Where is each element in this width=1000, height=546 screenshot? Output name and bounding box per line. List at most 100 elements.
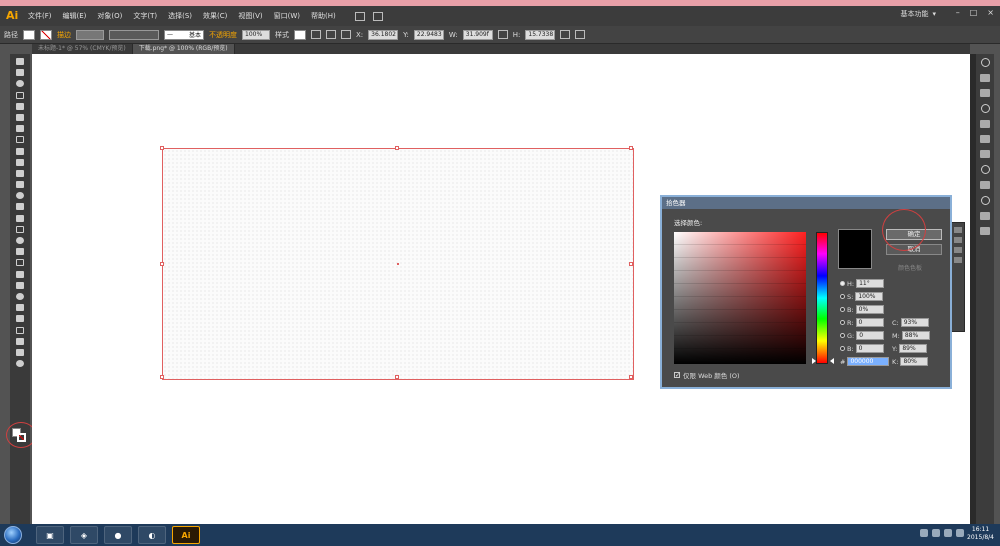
blend-tool-icon[interactable] bbox=[16, 292, 24, 300]
b-field[interactable]: 0% bbox=[855, 305, 884, 314]
layers-icon[interactable] bbox=[980, 212, 990, 220]
workspace-switcher[interactable]: 基本功能 ▾ bbox=[900, 9, 936, 19]
s-radio[interactable] bbox=[840, 294, 845, 299]
web-only-option[interactable]: ✓ 仅限 Web 颜色 (O) bbox=[674, 370, 740, 380]
width-tool-icon[interactable] bbox=[16, 214, 24, 222]
link-icon[interactable] bbox=[497, 30, 508, 39]
volume-icon[interactable] bbox=[956, 529, 964, 537]
fill-swatch[interactable] bbox=[23, 29, 35, 40]
artboard-tool-icon[interactable] bbox=[16, 326, 24, 334]
menu-window[interactable]: 窗口(W) bbox=[274, 11, 300, 21]
stroke-panel-icon[interactable] bbox=[980, 135, 990, 143]
minimize-button[interactable]: – bbox=[956, 8, 960, 17]
handle-top-right[interactable] bbox=[629, 146, 633, 150]
magic-wand-tool-icon[interactable] bbox=[16, 80, 24, 88]
taskbar-chat-icon[interactable]: ◐ bbox=[138, 526, 166, 544]
handle-bottom-right[interactable] bbox=[629, 375, 633, 379]
isolate-icon[interactable] bbox=[560, 30, 571, 39]
symbol-sprayer-tool-icon[interactable] bbox=[16, 304, 24, 312]
bridge-icon[interactable] bbox=[354, 11, 365, 21]
hand-tool-icon[interactable] bbox=[16, 348, 24, 356]
tray-icon[interactable] bbox=[920, 529, 928, 537]
rotate-tool-icon[interactable] bbox=[16, 192, 24, 200]
scale-tool-icon[interactable] bbox=[16, 203, 24, 211]
g-field[interactable]: 0 bbox=[856, 331, 885, 340]
opacity-label[interactable]: 不透明度 bbox=[209, 30, 237, 40]
g-radio[interactable] bbox=[840, 333, 845, 338]
start-button[interactable] bbox=[4, 526, 22, 544]
stroke-weight-field[interactable] bbox=[76, 29, 104, 40]
slice-tool-icon[interactable] bbox=[16, 337, 24, 345]
h-field[interactable]: 11° bbox=[856, 279, 885, 288]
paintbrush-tool-icon[interactable] bbox=[16, 147, 24, 155]
taskbar-app-icon[interactable]: ◈ bbox=[70, 526, 98, 544]
panel-icon[interactable] bbox=[954, 227, 962, 233]
artboards-icon[interactable] bbox=[980, 227, 990, 235]
eyedropper-tool-icon[interactable] bbox=[16, 281, 24, 289]
menu-object[interactable]: 对象(O) bbox=[97, 11, 122, 21]
align-icon[interactable] bbox=[326, 30, 336, 39]
x-field[interactable]: 36.1802 bbox=[368, 29, 399, 40]
menu-edit[interactable]: 编辑(E) bbox=[63, 11, 87, 21]
eraser-tool-icon[interactable] bbox=[16, 181, 24, 189]
mesh-tool-icon[interactable] bbox=[16, 259, 24, 267]
gradient-panel-icon[interactable] bbox=[980, 150, 990, 158]
brush-definition-field[interactable]: — 基本 bbox=[164, 29, 204, 40]
selection-tool-icon[interactable] bbox=[16, 58, 24, 65]
menu-file[interactable]: 文件(F) bbox=[28, 11, 52, 21]
taskbar-illustrator-button[interactable]: Ai bbox=[172, 526, 200, 544]
hue-slider[interactable] bbox=[816, 232, 828, 364]
tray-icon[interactable] bbox=[932, 529, 940, 537]
gradient-tool-icon[interactable] bbox=[16, 270, 24, 278]
taskbar-app-icon[interactable]: ▣ bbox=[36, 526, 64, 544]
k-field[interactable]: 80% bbox=[900, 357, 929, 366]
clock[interactable]: 16:11 2015/8/4 bbox=[967, 526, 994, 542]
y-field[interactable]: 89% bbox=[899, 344, 928, 353]
variable-width-field[interactable] bbox=[109, 29, 159, 40]
h-radio[interactable] bbox=[840, 281, 845, 286]
hue-slider-handle-left[interactable] bbox=[812, 358, 816, 364]
color-field[interactable] bbox=[674, 232, 806, 364]
handle-middle-right[interactable] bbox=[629, 262, 633, 266]
symbols-icon[interactable] bbox=[980, 120, 990, 128]
swatches-icon[interactable] bbox=[980, 89, 990, 97]
handle-middle-left[interactable] bbox=[160, 262, 164, 266]
handle-bottom-left[interactable] bbox=[160, 375, 164, 379]
direct-selection-tool-icon[interactable] bbox=[16, 69, 24, 77]
tab-untitled[interactable]: 未标题-1* @ 57% (CMYK/预览) bbox=[32, 44, 133, 54]
color-panel-icon[interactable] bbox=[980, 58, 990, 67]
stroke-swatch[interactable] bbox=[40, 29, 52, 40]
color-swatches-button[interactable]: 颜色色板 bbox=[898, 263, 922, 272]
taskbar-browser-icon[interactable]: ● bbox=[104, 526, 132, 544]
blue-radio[interactable] bbox=[840, 346, 845, 351]
free-transform-tool-icon[interactable] bbox=[16, 225, 24, 233]
lasso-tool-icon[interactable] bbox=[16, 91, 24, 99]
line-tool-icon[interactable] bbox=[16, 125, 24, 133]
style-swatch[interactable] bbox=[294, 29, 306, 40]
s-field[interactable]: 100% bbox=[855, 292, 884, 301]
panel-icon[interactable] bbox=[954, 257, 962, 263]
network-icon[interactable] bbox=[944, 529, 952, 537]
hex-field[interactable]: 000000 bbox=[847, 357, 890, 366]
rectangle-tool-icon[interactable] bbox=[16, 136, 24, 144]
menu-type[interactable]: 文字(T) bbox=[133, 11, 157, 21]
m-field[interactable]: 88% bbox=[901, 331, 930, 340]
recolor-icon[interactable] bbox=[311, 30, 321, 39]
r-field[interactable]: 0 bbox=[855, 318, 884, 327]
panel-icon[interactable] bbox=[954, 247, 962, 253]
handle-top-left[interactable] bbox=[160, 146, 164, 150]
c-field[interactable]: 93% bbox=[900, 318, 929, 327]
blob-brush-tool-icon[interactable] bbox=[16, 169, 24, 177]
hue-slider-handle-right[interactable] bbox=[830, 358, 834, 364]
selected-object[interactable] bbox=[160, 146, 634, 380]
maximize-button[interactable]: □ bbox=[970, 8, 978, 17]
appearance-icon[interactable] bbox=[980, 181, 990, 189]
pencil-tool-icon[interactable] bbox=[16, 158, 24, 166]
transparency-icon[interactable] bbox=[980, 165, 990, 174]
type-tool-icon[interactable] bbox=[16, 113, 24, 121]
panel-icon[interactable] bbox=[954, 237, 962, 243]
menu-select[interactable]: 选择(S) bbox=[168, 11, 192, 21]
brushes-icon[interactable] bbox=[980, 104, 990, 113]
menu-help[interactable]: 帮助(H) bbox=[311, 11, 336, 21]
panel-menu-icon[interactable] bbox=[575, 30, 586, 39]
